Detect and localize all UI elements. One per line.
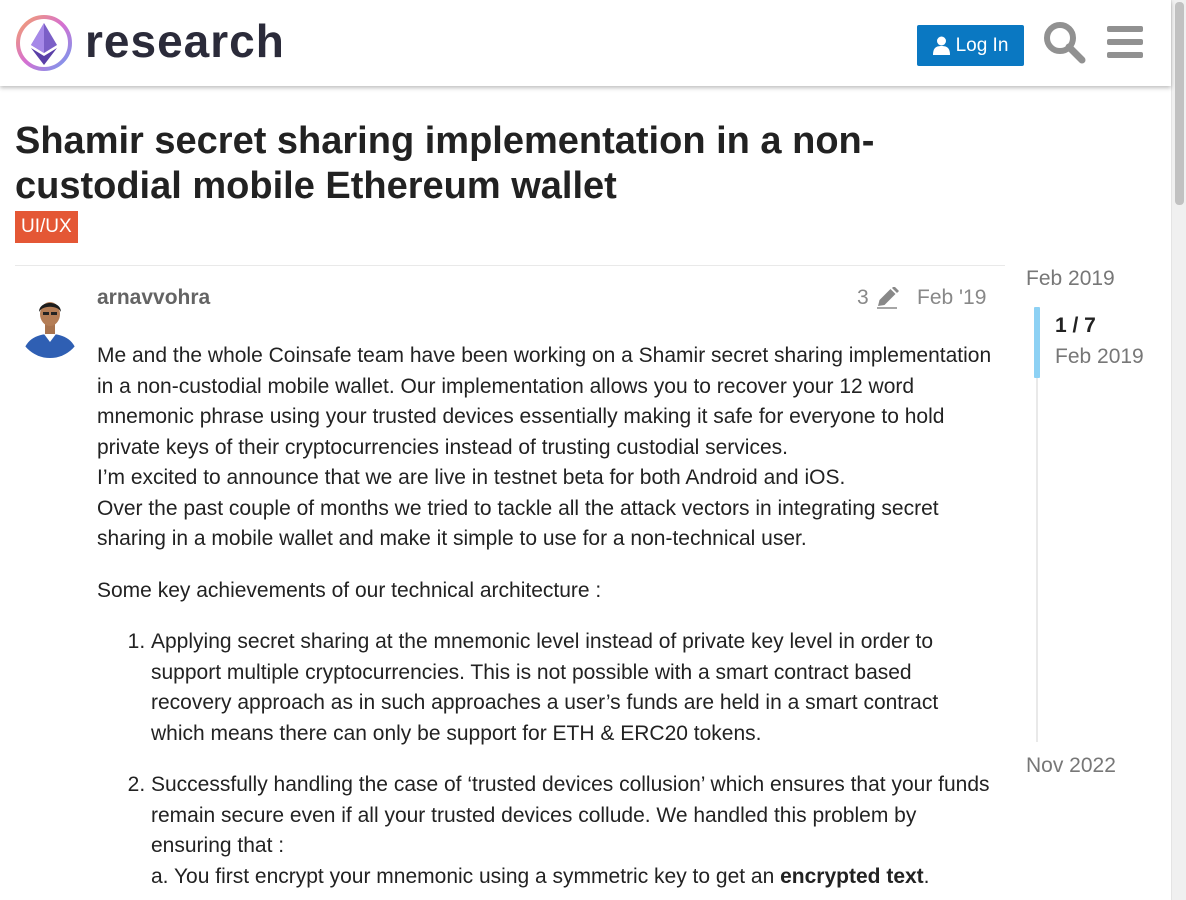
login-button[interactable]: Log In: [917, 25, 1024, 66]
encrypted-text-emphasis: encrypted text: [780, 864, 924, 888]
pencil-icon: [876, 287, 899, 309]
site-header: research Log In: [0, 0, 1171, 86]
scrollbar-thumb[interactable]: [1175, 2, 1184, 205]
page-scrollbar[interactable]: [1171, 0, 1186, 900]
list-item: Applying secret sharing at the mnemonic …: [151, 627, 997, 749]
search-icon[interactable]: [1042, 20, 1086, 64]
post-paragraph: Over the past couple of months we tried …: [97, 496, 939, 551]
logo-icon: [16, 15, 72, 71]
post-paragraph: I’m excited to announce that we are live…: [97, 466, 846, 489]
user-icon: [932, 36, 950, 55]
site-logo[interactable]: research: [15, 13, 285, 73]
post-body: Me and the whole Coinsafe team have been…: [97, 341, 997, 892]
timeline-start-date[interactable]: Feb 2019: [1026, 267, 1115, 291]
divider: [15, 265, 1005, 266]
edit-history[interactable]: 3: [857, 286, 899, 310]
list-item: Successfully handling the case of ‘trust…: [151, 770, 997, 892]
site-name: research: [85, 15, 285, 67]
timeline-handle[interactable]: [1034, 307, 1040, 378]
post-username[interactable]: arnavvohra: [97, 286, 210, 310]
topic-title[interactable]: Shamir secret sharing implementation in …: [15, 119, 955, 209]
sub-item-a: a. You first encrypt your mnemonic using…: [151, 864, 930, 888]
avatar[interactable]: [18, 288, 82, 358]
achievements-list: Applying secret sharing at the mnemonic …: [97, 627, 997, 892]
timeline-position-date: Feb 2019: [1055, 345, 1144, 368]
edit-count: 3: [857, 286, 869, 309]
hamburger-menu-icon[interactable]: [1103, 20, 1147, 64]
post-paragraph: Some key achievements of our technical a…: [97, 578, 602, 602]
category-badge[interactable]: UI/UX: [15, 211, 78, 243]
login-label: Log In: [955, 34, 1009, 56]
timeline-end-date[interactable]: Nov 2022: [1026, 754, 1116, 778]
timeline-position: 1 / 7: [1055, 314, 1096, 337]
post-paragraph: Me and the whole Coinsafe team have been…: [97, 344, 992, 459]
post-date[interactable]: Feb '19: [917, 286, 986, 310]
